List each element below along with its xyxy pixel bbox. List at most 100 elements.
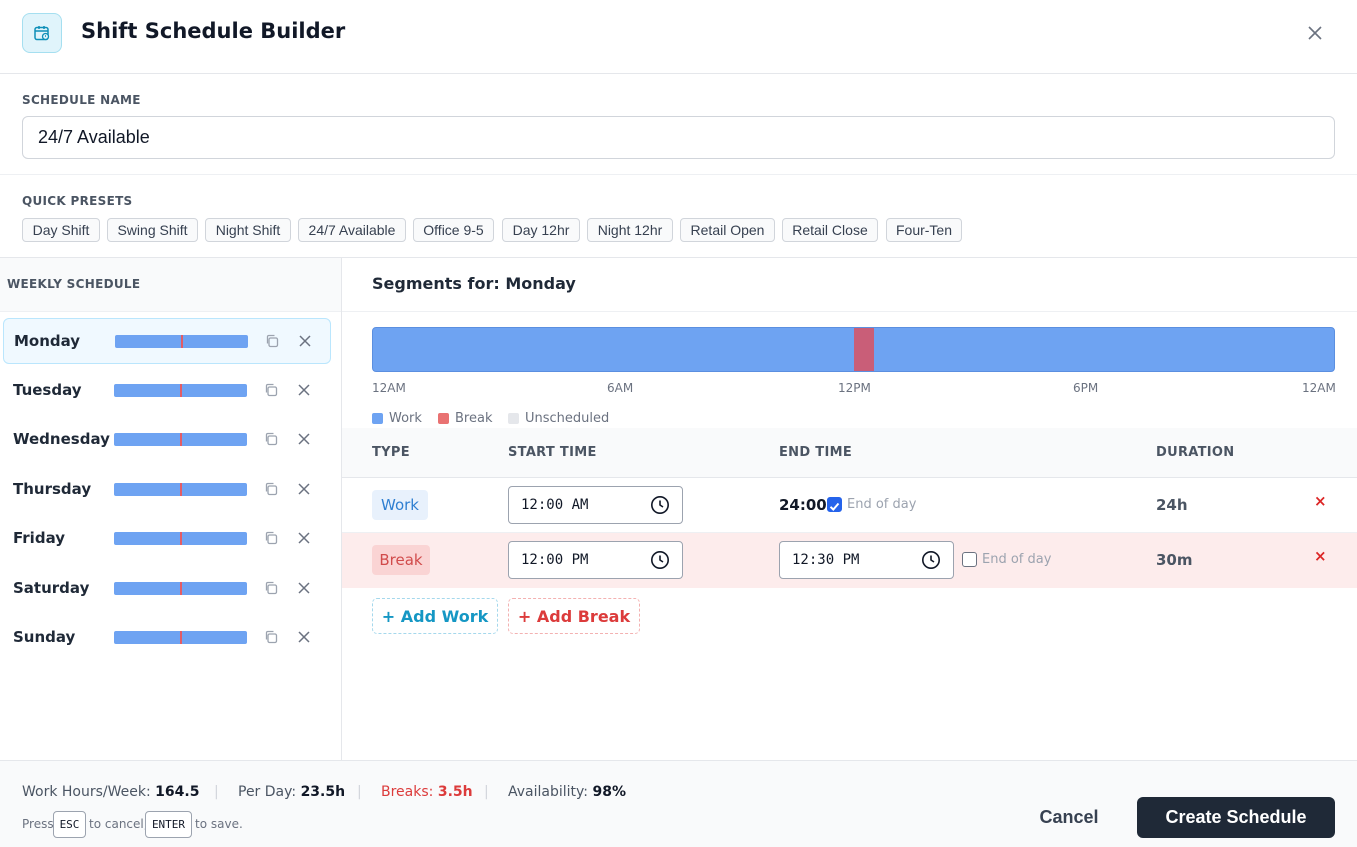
presets-label: QUICK PRESETS [22,194,133,208]
day-row-sunday[interactable]: Sunday [3,615,331,661]
day-row-wednesday[interactable]: Wednesday [3,417,331,463]
stat-separator: | [484,784,489,800]
clear-day-icon[interactable] [296,481,312,497]
day-name: Friday [13,529,66,547]
mini-break-mark [179,532,182,545]
timeline-tick: 6PM [1073,381,1099,395]
preset-24-7-available[interactable]: 24/7 Available [298,218,406,242]
divider [342,311,1357,312]
add-break-button[interactable]: + Add Break [508,598,640,634]
copy-icon[interactable] [263,431,279,447]
clock-icon [651,496,669,514]
legend-swatch-unscheduled [508,413,519,424]
stat-breaks: Breaks: 3.5h [381,784,473,800]
schedule-name-label: SCHEDULE NAME [22,93,141,107]
preset-office-9-5[interactable]: Office 9-5 [413,218,494,242]
clock-icon [651,551,669,569]
end-time-value: 24:00 [779,496,827,514]
schedule-name-input[interactable] [22,116,1335,159]
clear-day-icon[interactable] [296,530,312,546]
preset-night-shift[interactable]: Night Shift [205,218,291,242]
legend-swatch-work [372,413,383,424]
stat-work-hours: Work Hours/Week: 164.5 [22,784,199,800]
end-of-day-checkbox[interactable] [962,552,977,567]
day-name: Sunday [13,628,76,646]
col-duration: DURATION [1156,445,1235,460]
copy-icon[interactable] [263,530,279,546]
day-mini-timeline [114,482,247,496]
preset-four-ten[interactable]: Four-Ten [886,218,962,242]
mini-break-mark [179,581,182,595]
remove-segment-button[interactable]: × [1314,547,1327,565]
clear-day-icon[interactable] [296,382,312,398]
day-row-tuesday[interactable]: Tuesday [3,368,331,414]
start-time-input[interactable]: 12:00 AM [508,486,683,524]
day-row-saturday[interactable]: Saturday [3,566,331,612]
clear-day-icon[interactable] [297,333,313,349]
timeline-tick: 12AM [1302,381,1336,395]
stat-availability-label: Availability: [508,784,589,800]
copy-icon[interactable] [264,333,280,349]
legend-unscheduled: Unscheduled [508,411,609,426]
esc-key: ESC [53,811,86,838]
enter-key: ENTER [145,811,192,838]
segment-type-badge: Break [372,545,430,575]
legend-work: Work [372,411,422,426]
preset-swing-shift[interactable]: Swing Shift [107,218,198,242]
day-row-friday[interactable]: Friday [3,516,331,562]
stat-breaks-label: Breaks: [381,784,434,800]
stat-per-day-value: 23.5h [300,784,346,800]
check-icon [829,502,840,511]
day-name: Monday [14,332,81,350]
clear-day-icon[interactable] [296,431,312,447]
stat-availability: Availability: 98% [508,784,626,800]
preset-retail-close[interactable]: Retail Close [782,218,878,242]
legend-break: Break [438,411,492,426]
clear-day-icon[interactable] [296,580,312,596]
legend-unscheduled-label: Unscheduled [525,411,610,426]
day-mini-timeline [114,631,247,644]
day-name: Tuesday [13,380,82,399]
stat-separator: | [214,784,219,800]
close-icon[interactable] [1303,21,1327,45]
day-row-thursday[interactable]: Thursday [3,467,331,513]
copy-icon[interactable] [263,382,279,398]
cancel-button[interactable]: Cancel [1022,797,1116,837]
segments-title-day: Monday [505,274,576,293]
day-mini-timeline [114,433,247,446]
preset-day-shift[interactable]: Day Shift [22,218,100,242]
weekly-label: WEEKLY SCHEDULE [7,277,141,291]
end-of-day-checkbox[interactable] [827,497,842,512]
day-name: Saturday [13,578,90,597]
start-time-value: 12:00 PM [521,552,589,568]
remove-segment-button[interactable]: × [1314,492,1327,510]
copy-icon[interactable] [263,629,279,645]
copy-icon[interactable] [263,580,279,596]
timeline-tick: 12AM [372,381,406,395]
hint-press: Press [22,817,54,831]
day-name: Wednesday [13,430,110,448]
preset-retail-open[interactable]: Retail Open [680,218,775,242]
mini-break-mark [180,335,183,348]
day-mini-timeline [114,383,247,397]
preset-day-12hr[interactable]: Day 12hr [502,218,580,242]
day-row-monday[interactable]: Monday [3,318,331,364]
end-of-day-label: End of day [982,552,1052,567]
stat-breaks-value: 3.5h [437,784,473,800]
timeline-break-segment [853,328,874,371]
day-mini-timeline [114,581,247,595]
preset-night-12hr[interactable]: Night 12hr [587,218,673,242]
col-start-time: START TIME [508,445,597,460]
mini-break-mark [179,482,182,496]
stat-per-day-label: Per Day: [238,784,297,800]
start-time-input[interactable]: 12:00 PM [508,541,683,579]
end-time-value: 12:30 PM [792,552,860,568]
end-time-input[interactable]: 12:30 PM [779,541,954,579]
legend-work-label: Work [389,411,422,426]
create-schedule-button[interactable]: Create Schedule [1137,797,1335,838]
clear-day-icon[interactable] [296,629,312,645]
copy-icon[interactable] [263,481,279,497]
add-work-button[interactable]: + Add Work [372,598,498,634]
legend-swatch-break [438,413,449,424]
day-mini-timeline [114,532,247,545]
